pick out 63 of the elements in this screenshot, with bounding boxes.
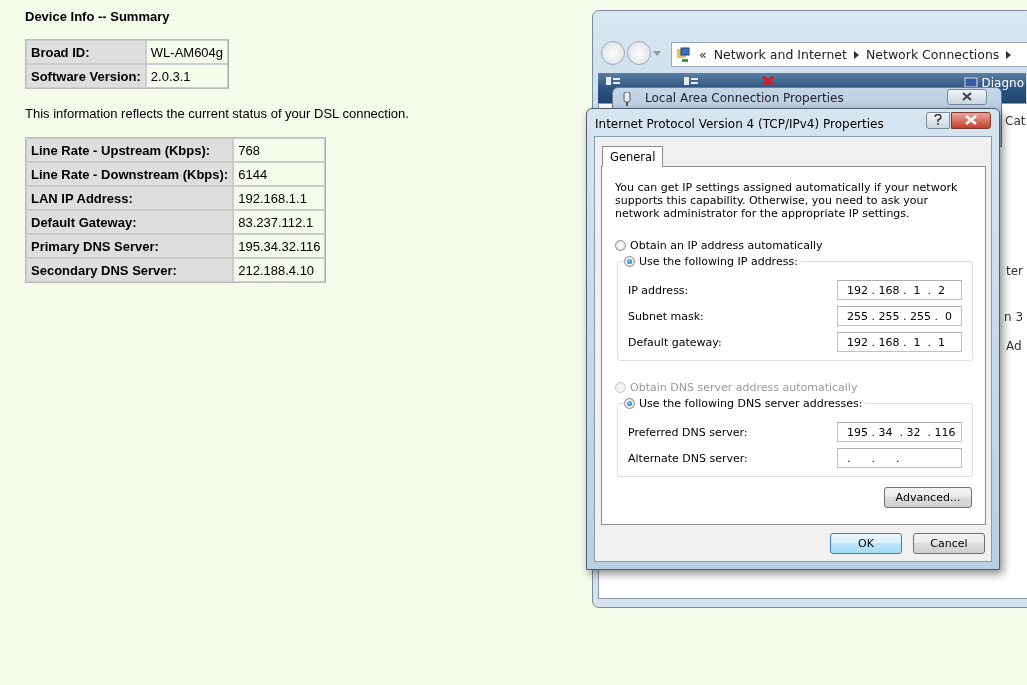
field-label: Default gateway: (628, 335, 722, 349)
list-text: n 3 (1004, 310, 1024, 324)
table-label: Software Version: (26, 64, 146, 88)
breadcrumb-overflow[interactable]: « (699, 47, 707, 62)
table-value: 768 (233, 138, 326, 162)
close-button[interactable] (951, 112, 991, 129)
table-label: Secondary DNS Server: (26, 258, 234, 282)
menu-icon (684, 76, 698, 88)
list-text: ter (1006, 264, 1024, 278)
table-label: Broad ID: (26, 40, 146, 64)
help-icon (934, 113, 942, 125)
page-title: Device Info -- Summary (25, 9, 171, 24)
window-title: Internet Protocol Version 4 (TCP/IPv4) Properties (595, 117, 884, 131)
close-icon (965, 115, 977, 125)
dialog-button[interactable]: Cancel (913, 533, 985, 554)
table-value: 2.0.3.1 (145, 64, 229, 88)
advanced-button[interactable]: Advanced... (884, 487, 972, 508)
field-label: Preferred DNS server: (628, 425, 748, 439)
breadcrumb-item[interactable]: Network Connections (865, 47, 1000, 62)
radio-option[interactable]: Obtain an IP address automatically (615, 239, 823, 252)
list-text: Ad (1006, 339, 1022, 353)
dialog-button[interactable]: OK (830, 533, 902, 554)
tab[interactable]: General (602, 146, 664, 167)
ip-address-field[interactable]: 255 . 255 . 255 . 0 (837, 306, 962, 326)
status-note: This information reflects the current status of your DSL connection. (25, 106, 409, 121)
close-button[interactable] (947, 89, 987, 105)
table-label: Primary DNS Server: (26, 234, 234, 258)
window-title: Local Area Connection Properties (645, 91, 844, 105)
field-label: IP address: (628, 283, 689, 297)
ip-address-field[interactable]: 192 . 168 . 1 . 2 (837, 280, 962, 300)
breadcrumb-item[interactable]: Network and Internet (713, 47, 847, 62)
radio-option[interactable]: Use the following DNS server addresses: (624, 397, 866, 410)
monitor-icon (963, 76, 978, 90)
table-value: 192.168.1.1 (233, 186, 326, 210)
help-button[interactable] (926, 112, 950, 129)
menu-icon (606, 76, 620, 88)
toolbar-button[interactable]: Diagno (963, 76, 1024, 90)
table-value: 195.34.32.116 (233, 234, 326, 258)
toolbar-button[interactable] (606, 76, 620, 88)
ip-address-field[interactable]: 195 . 34 . 32 . 116 (837, 422, 962, 442)
adapter-icon (623, 92, 631, 106)
chevron-icon[interactable] (1006, 50, 1012, 59)
table-value: WL-AM604g (145, 40, 229, 64)
ip-address-field[interactable]: 192 . 168 . 1 . 1 (837, 332, 962, 352)
list-text: Cat (1005, 114, 1026, 128)
table-value: 6144 (233, 162, 326, 186)
field-label: Subnet mask: (628, 309, 704, 323)
chevron-icon[interactable] (853, 50, 859, 59)
toolbar-button[interactable] (684, 76, 698, 88)
field-label: Alternate DNS server: (628, 451, 748, 465)
table-label: Default Gateway: (26, 210, 234, 234)
radio-option[interactable]: Use the following IP address: (624, 255, 801, 268)
network-icon (676, 46, 692, 63)
table-label: Line Rate - Downstream (Kbps): (26, 162, 234, 186)
close-icon (962, 92, 972, 101)
table-label: Line Rate - Upstream (Kbps): (26, 138, 234, 162)
intro-text: You can get IP settings assigned automatically if your network supports this capability. Otherwise, you need to ask your network administrator for the appropriate IP settings. (615, 181, 959, 220)
address-bar[interactable]: « Network and Internet Network Connections (671, 42, 1027, 67)
ip-address-field[interactable]: . . . (837, 448, 962, 468)
cross-icon (762, 76, 774, 86)
table-label: LAN IP Address: (26, 186, 234, 210)
table-value: 83.237.112.1 (233, 210, 326, 234)
table-value: 212.188.4.10 (233, 258, 326, 282)
